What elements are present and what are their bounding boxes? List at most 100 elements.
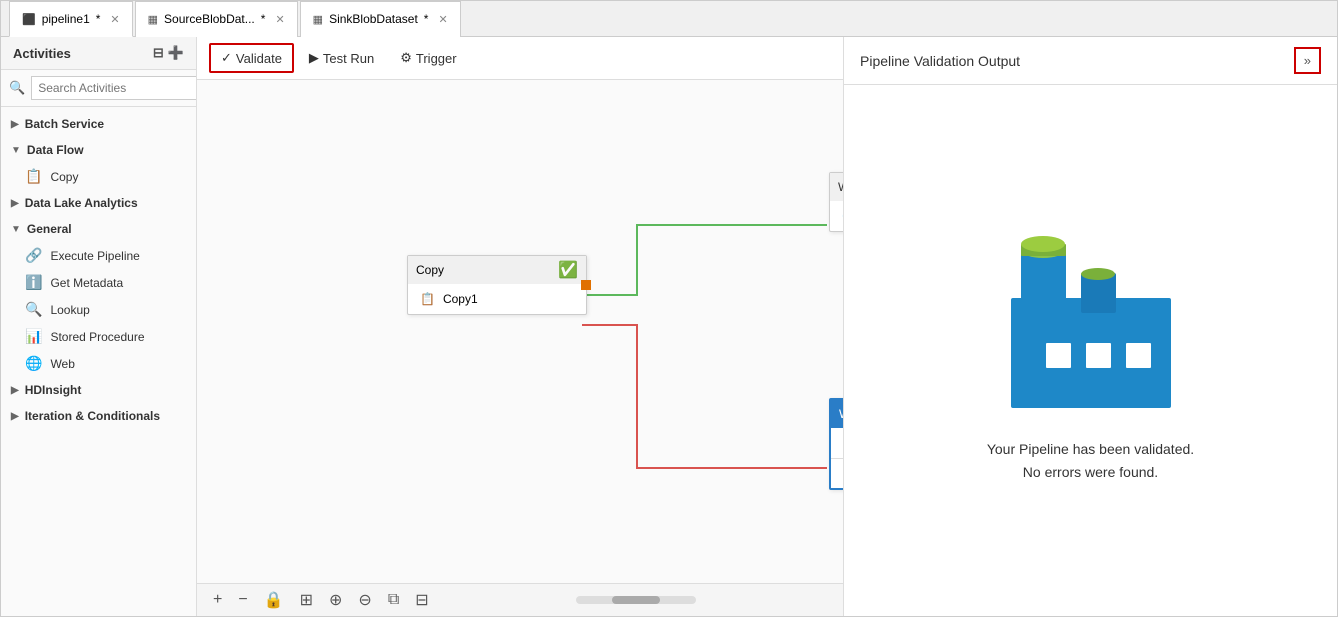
sidebar-collapse-icon[interactable]: ⊟ <box>153 45 164 61</box>
sidebar-category-batch-service[interactable]: ▶ Batch Service <box>1 111 196 137</box>
web-failure-title: Web <box>839 407 843 421</box>
copy-node-header: Copy ✅ <box>408 256 586 284</box>
validation-line1: Your Pipeline has been validated. <box>987 438 1194 460</box>
sidebar-category-hdinsight[interactable]: ▶ HDInsight <box>1 377 196 403</box>
test-run-button[interactable]: ▶ Test Run <box>298 44 385 72</box>
test-run-label: Test Run <box>323 51 374 66</box>
sidebar-add-icon[interactable]: ➕ <box>168 45 184 61</box>
canvas-bottom-toolbar: + − 🔒 ⊞ ⊕ ⊖ ⧉ ⊟ <box>197 583 843 616</box>
tab-sinkblobdataset-modified: * <box>424 12 429 26</box>
zoom-out-btn[interactable]: ⊖ <box>354 588 375 612</box>
pipeline-icon: ⬛ <box>22 13 36 26</box>
copy-node[interactable]: Copy ✅ 📋 Copy1 <box>407 255 587 315</box>
right-panel-title: Pipeline Validation Output <box>860 53 1020 69</box>
tabs-bar: ⬛ pipeline1 * ✕ ▦ SourceBlobDat... * ✕ ▦… <box>1 1 1337 37</box>
validate-checkmark-icon: ✓ <box>221 50 232 66</box>
web-icon: 🌐 <box>25 355 42 372</box>
tab-sourceblobdat-modified: * <box>261 12 266 26</box>
iteration-label: Iteration & Conditionals <box>25 409 160 423</box>
lock-btn[interactable]: 🔒 <box>260 588 288 612</box>
sidebar-item-copy[interactable]: 📋 Copy ⠿ <box>1 163 196 190</box>
sidebar-title: Activities <box>13 46 71 61</box>
hdinsight-label: HDInsight <box>25 383 82 397</box>
sidebar-item-get-metadata[interactable]: ℹ️ Get Metadata ⠿ <box>1 269 196 296</box>
sidebar-item-stored-procedure[interactable]: 📊 Stored Procedure ⠿ <box>1 323 196 350</box>
connections-svg <box>197 80 843 583</box>
sidebar-category-data-flow[interactable]: ▼ Data Flow <box>1 137 196 163</box>
tab-pipeline1-modified: * <box>96 12 101 26</box>
lookup-label: Lookup <box>50 303 89 317</box>
web-failure-actions: 🗑 ⧉ ⊕ <box>831 458 843 488</box>
web-failure-node[interactable]: Web ✔ 🌐 SendFailureEmailActiv... 🗑 ⧉ ⊕ <box>829 398 843 490</box>
web-success-body: 🌐 SendSuccessEmailActi... <box>830 201 843 231</box>
sidebar-list: ▶ Batch Service ▼ Data Flow 📋 Copy ⠿ ▶ D… <box>1 107 196 616</box>
horizontal-scrollbar[interactable] <box>441 596 831 604</box>
tab-pipeline1-label: pipeline1 <box>42 12 90 26</box>
main-area: Activities ⊟ ➕ 🔍 ▶ Batch Service <box>1 37 1337 616</box>
general-label: General <box>27 222 72 236</box>
zoom-fit-btn[interactable]: ⊕ <box>325 588 346 612</box>
copy-node-label: Copy1 <box>443 292 478 306</box>
validate-label: Validate <box>236 51 282 66</box>
execute-pipeline-label: Execute Pipeline <box>50 249 139 263</box>
conn-copy-failure <box>582 325 827 468</box>
trigger-label: Trigger <box>416 51 457 66</box>
pipeline-canvas[interactable]: Copy ✅ 📋 Copy1 Web ✅ <box>197 80 843 583</box>
sidebar-item-lookup[interactable]: 🔍 Lookup ⠿ <box>1 296 196 323</box>
copy-node-check-icon: ✅ <box>558 260 578 280</box>
test-run-icon: ▶ <box>309 50 319 66</box>
lookup-icon: 🔍 <box>25 301 42 318</box>
search-box: 🔍 <box>1 70 196 107</box>
sidebar-category-general[interactable]: ▼ General <box>1 216 196 242</box>
pipeline-area: ✓ Validate ▶ Test Run ⚙ Trigger <box>197 37 843 616</box>
stored-procedure-label: Stored Procedure <box>50 330 144 344</box>
tab-sourceblobdat-close[interactable]: ✕ <box>275 13 284 26</box>
remove-btn[interactable]: − <box>234 589 251 611</box>
add-btn[interactable]: + <box>209 589 226 611</box>
copy-icon: 📋 <box>25 168 42 185</box>
tab-sinkblobdataset[interactable]: ▦ SinkBlobDataset * ✕ <box>300 1 461 37</box>
validation-content: Your Pipeline has been validated. No err… <box>844 85 1337 616</box>
sidebar-category-iteration[interactable]: ▶ Iteration & Conditionals <box>1 403 196 429</box>
sidebar-header: Activities ⊟ ➕ <box>1 37 196 70</box>
tab-sourceblobdat-label: SourceBlobDat... <box>164 12 255 26</box>
web-success-header: Web ✅ <box>830 173 843 201</box>
validation-text: Your Pipeline has been validated. No err… <box>987 438 1194 483</box>
sidebar-item-execute-pipeline[interactable]: 🔗 Execute Pipeline ⠿ <box>1 242 196 269</box>
arrow-icon: ▶ <box>11 119 19 130</box>
web-failure-body: 🌐 SendFailureEmailActiv... <box>831 428 843 458</box>
right-panel: Pipeline Validation Output » <box>843 37 1337 616</box>
tab-sinkblobdataset-label: SinkBlobDataset <box>329 12 418 26</box>
trigger-icon: ⚙ <box>400 50 412 66</box>
collapse-all-btn[interactable]: ⧉ <box>384 589 403 611</box>
search-input[interactable] <box>31 76 197 100</box>
web-success-icon: 🌐 <box>842 209 843 223</box>
search-icon: 🔍 <box>9 80 25 96</box>
sidebar-item-web[interactable]: 🌐 Web ⠿ <box>1 350 196 377</box>
tab-pipeline1[interactable]: ⬛ pipeline1 * ✕ <box>9 1 133 37</box>
web-success-node[interactable]: Web ✅ 🌐 SendSuccessEmailActi... <box>829 172 843 232</box>
right-panel-header: Pipeline Validation Output » <box>844 37 1337 85</box>
tab-sinkblobdataset-close[interactable]: ✕ <box>438 13 447 26</box>
pipeline-toolbar: ✓ Validate ▶ Test Run ⚙ Trigger <box>197 37 843 80</box>
sidebar-category-data-lake[interactable]: ▶ Data Lake Analytics <box>1 190 196 216</box>
sidebar: Activities ⊟ ➕ 🔍 ▶ Batch Service <box>1 37 197 616</box>
arrow-icon-dl: ▶ <box>11 198 19 209</box>
validation-line2: No errors were found. <box>987 461 1194 483</box>
tab-sourceblobdat[interactable]: ▦ SourceBlobDat... * ✕ <box>135 1 298 37</box>
trigger-button[interactable]: ⚙ Trigger <box>389 44 467 72</box>
tab-pipeline1-close[interactable]: ✕ <box>110 13 119 26</box>
web-label: Web <box>50 357 74 371</box>
data-flow-label: Data Flow <box>27 143 84 157</box>
validate-button[interactable]: ✓ Validate <box>209 43 294 73</box>
collapse-panel-button[interactable]: » <box>1294 47 1321 74</box>
table-icon-1: ▦ <box>148 13 158 26</box>
conn-copy-success <box>582 225 827 295</box>
execute-pipeline-icon: 🔗 <box>25 247 42 264</box>
copy-node-port <box>581 280 591 290</box>
grid-btn[interactable]: ⊟ <box>411 588 432 612</box>
table-icon-2: ▦ <box>313 13 323 26</box>
copy-node-icon: 📋 <box>420 292 435 306</box>
web-success-title: Web <box>838 180 843 194</box>
fit-screen-btn[interactable]: ⊞ <box>296 588 317 612</box>
